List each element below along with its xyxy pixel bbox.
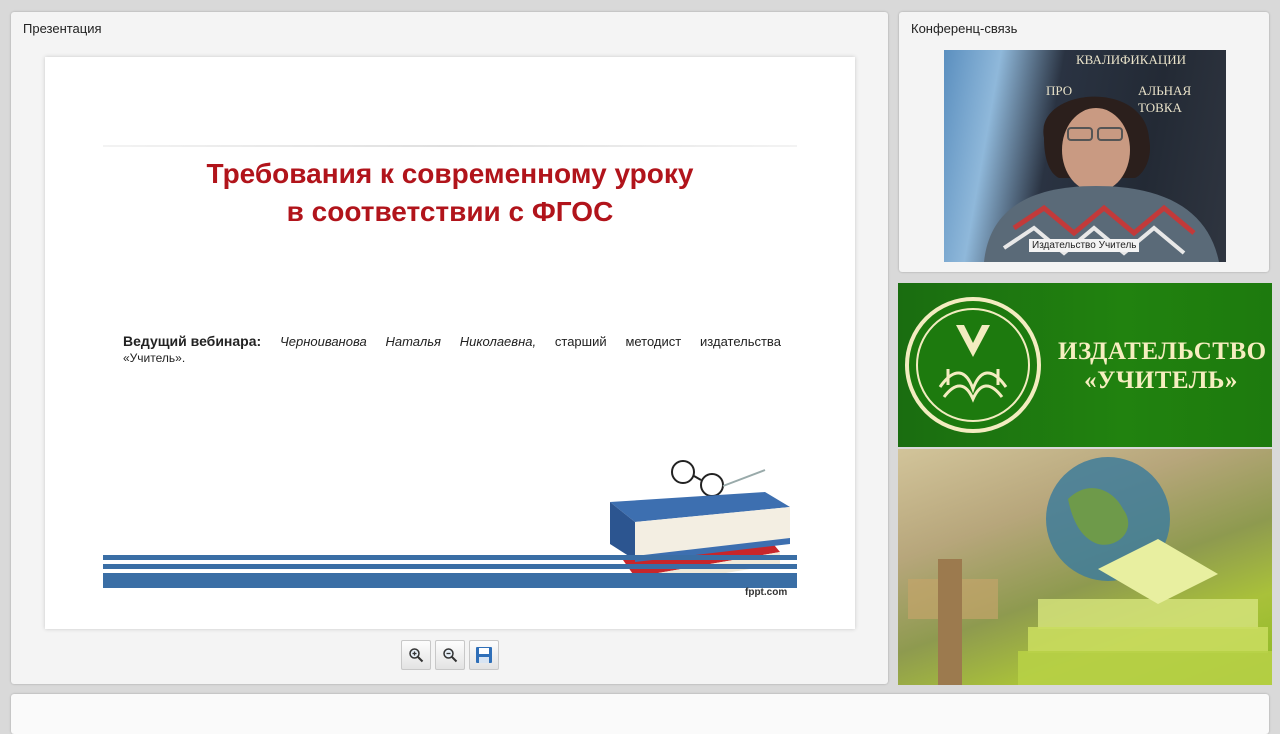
presenter-label: Ведущий вебинара: xyxy=(123,333,262,349)
publisher-emblem-icon xyxy=(905,297,1041,433)
presenter-word: издательства xyxy=(700,334,781,349)
slide-title: Требования к современному уроку в соотве… xyxy=(45,155,855,231)
presenter-word: методист xyxy=(625,334,682,349)
slide-divider xyxy=(103,145,797,147)
zoom-in-button[interactable] xyxy=(401,640,431,670)
presenter-word: старший xyxy=(554,334,607,349)
globe-books-illustration xyxy=(908,457,1272,685)
presenter-line2: «Учитель». xyxy=(123,351,186,365)
presentation-panel-title: Презентация xyxy=(23,21,102,36)
slide-stripes xyxy=(103,555,797,592)
presentation-slide: Требования к современному уроку в соотве… xyxy=(45,57,855,629)
bottom-panel xyxy=(11,694,1269,734)
slide-title-line1: Требования к современному уроку xyxy=(206,158,694,189)
participant-silhouette xyxy=(984,96,1219,262)
publisher-name: ИЗДАТЕЛЬСТВО «УЧИТЕЛЬ» xyxy=(1058,337,1267,395)
books-globe-image xyxy=(898,449,1272,685)
conference-panel-title: Конференц-связь xyxy=(911,21,1018,36)
zoom-in-icon xyxy=(409,648,424,663)
slide-title-line2: в соответствии с ФГОС xyxy=(286,196,614,227)
conference-panel: Конференц-связь КВАЛИФИКАЦИИ ПРО АЛЬНАЯ … xyxy=(899,12,1269,272)
video-bg-text: КВАЛИФИКАЦИИ xyxy=(1076,52,1186,67)
presenter-word: Наталья xyxy=(385,334,441,349)
watermark: fppt.com xyxy=(745,587,788,598)
publisher-name-line1: ИЗДАТЕЛЬСТВО xyxy=(1058,338,1267,365)
presenter-word: Николаевна, xyxy=(459,334,537,349)
publisher-logo-panel: ИЗДАТЕЛЬСТВО «УЧИТЕЛЬ» xyxy=(898,283,1272,447)
participant-label: Издательство Учитель xyxy=(1029,239,1140,252)
save-icon xyxy=(476,647,492,663)
glasses-icon xyxy=(671,460,766,497)
zoom-out-icon xyxy=(443,648,458,663)
save-button[interactable] xyxy=(469,640,499,670)
presentation-panel: Презентация Требования к современному ур… xyxy=(11,12,888,684)
zoom-out-button[interactable] xyxy=(435,640,465,670)
presentation-toolbar xyxy=(401,640,499,670)
presenter-word: Черноиванова xyxy=(280,334,367,349)
video-feed[interactable]: КВАЛИФИКАЦИИ ПРО АЛЬНАЯ ТОВКА Издательст… xyxy=(944,50,1226,262)
presenter-info: Ведущий вебинара: Черноиванова Наталья Н… xyxy=(123,333,781,367)
publisher-name-line2: «УЧИТЕЛЬ» xyxy=(1084,367,1238,394)
